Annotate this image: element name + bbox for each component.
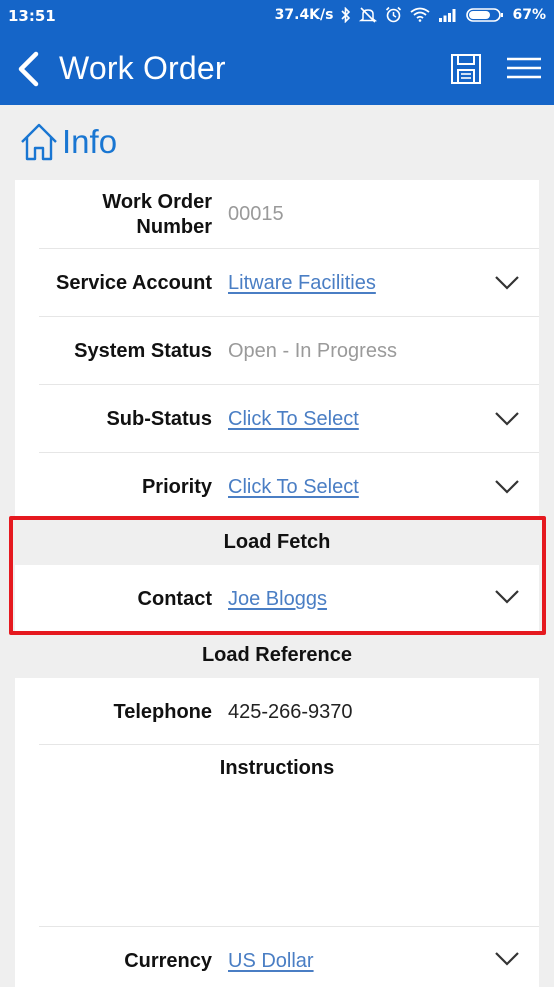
status-icons: 37.4K/s 67%	[275, 6, 546, 23]
info-label: Info	[62, 123, 118, 160]
save-button[interactable]	[450, 53, 482, 85]
currency-row: Currency US Dollar	[39, 927, 539, 987]
system-status-label: System Status	[74, 340, 212, 362]
battery-percent: 67%	[512, 6, 546, 23]
work-order-number-row: Work Order Number 00015	[39, 180, 539, 249]
highlight-box	[9, 516, 546, 635]
work-order-number-value: 00015	[228, 203, 284, 225]
chevron-down-icon[interactable]	[494, 411, 520, 427]
load-reference-title: Load Reference	[201, 644, 353, 666]
sub-status-link[interactable]: Click To Select	[228, 407, 359, 432]
currency-label: Currency	[124, 950, 212, 972]
telephone-row: Telephone 425-266-9370	[39, 678, 539, 745]
page-title: Work Order	[59, 50, 226, 86]
currency-link[interactable]: US Dollar	[228, 949, 314, 974]
sub-status-row: Sub-Status Click To Select	[39, 385, 539, 453]
work-order-card: Work Order Number 00015 Service Account …	[15, 180, 539, 516]
system-status-value: Open - In Progress	[228, 340, 397, 362]
priority-row: Priority Click To Select	[39, 453, 539, 516]
priority-link[interactable]: Click To Select	[228, 475, 359, 500]
back-icon	[18, 51, 39, 87]
bluetooth-icon	[341, 6, 351, 23]
battery-icon	[466, 7, 504, 22]
instructions-title: Instructions	[219, 757, 335, 779]
instructions-field[interactable]	[39, 793, 515, 913]
home-icon	[21, 123, 57, 161]
app-bar: Work Order	[0, 33, 554, 105]
sub-status-label: Sub-Status	[106, 408, 212, 430]
priority-label: Priority	[141, 476, 212, 498]
instructions-row: Instructions	[39, 745, 539, 927]
save-icon	[451, 54, 481, 84]
menu-icon	[507, 57, 541, 79]
alarm-icon	[386, 6, 402, 23]
telephone-value[interactable]: 425-266-9370	[228, 700, 353, 725]
chevron-down-icon[interactable]	[494, 275, 520, 291]
signal-icon	[439, 8, 456, 22]
back-button[interactable]	[14, 51, 44, 87]
work-order-number-label: Work Order Number	[102, 191, 212, 238]
service-account-row: Service Account Litware Facilities	[39, 249, 539, 317]
chevron-down-icon[interactable]	[494, 951, 520, 967]
system-status-row: System Status Open - In Progress	[39, 317, 539, 385]
wifi-icon	[410, 7, 431, 22]
menu-button[interactable]	[506, 55, 542, 83]
mute-icon	[359, 6, 378, 23]
chevron-down-icon[interactable]	[494, 479, 520, 495]
service-account-link[interactable]: Litware Facilities	[228, 271, 376, 296]
service-account-label: Service Account	[56, 272, 212, 294]
status-time: 13:51	[8, 7, 56, 25]
status-bar: 13:51 37.4K/s 67%	[0, 0, 554, 33]
network-speed: 37.4K/s	[274, 6, 334, 23]
details-card: Telephone 425-266-9370 Instructions Curr…	[15, 678, 539, 987]
info-section-header: Info	[20, 120, 117, 164]
telephone-label: Telephone	[113, 701, 212, 723]
